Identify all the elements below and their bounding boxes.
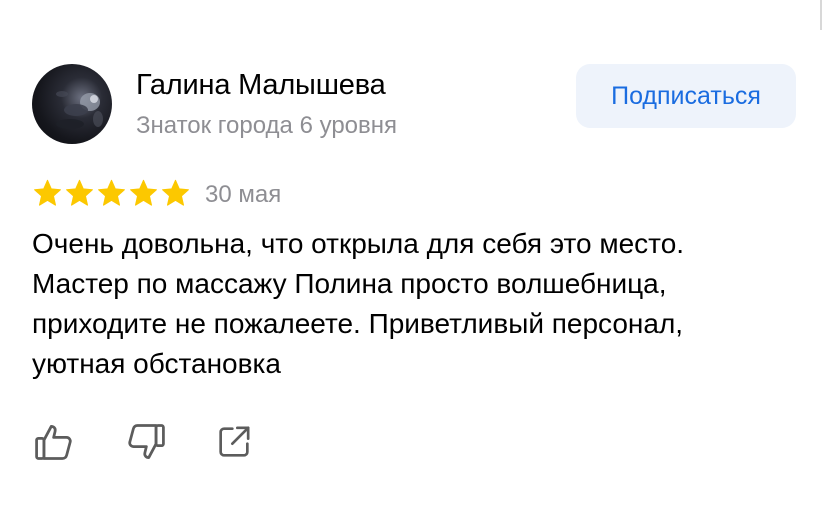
review-date: 30 мая	[205, 181, 282, 208]
thumbs-down-icon	[128, 424, 165, 459]
review-text-line: уютная обстановка	[32, 348, 281, 379]
thumbs-up-icon	[35, 425, 72, 460]
dislike-button[interactable]	[122, 418, 170, 466]
star-icon	[96, 178, 127, 212]
subscribe-button[interactable]: Подписаться	[576, 64, 796, 128]
share-button[interactable]	[210, 418, 258, 466]
review-card: Галина Малышева Знаток города 6 уровня П…	[0, 0, 828, 509]
avatar-image	[56, 91, 103, 129]
share-icon	[219, 426, 250, 457]
review-text-line: Очень довольна, что открыла для себя это…	[32, 228, 685, 259]
avatar[interactable]	[32, 64, 112, 144]
review-text-line: Мастер по массажу Полина просто волшебни…	[32, 268, 667, 299]
user-name[interactable]: Галина Малышева	[136, 69, 386, 102]
rating-stars	[32, 178, 191, 212]
review-actions	[30, 418, 258, 466]
like-button[interactable]	[30, 418, 78, 466]
star-icon	[128, 178, 159, 212]
user-level: Знаток города 6 уровня	[136, 112, 398, 139]
star-icon	[160, 178, 191, 212]
star-icon	[64, 178, 95, 212]
star-icon	[32, 178, 63, 212]
review-text: Очень довольна, что открыла для себя это…	[32, 224, 802, 384]
scroll-indicator	[820, 0, 822, 30]
review-text-line: приходите не пожалеете. Приветливый перс…	[32, 308, 684, 339]
